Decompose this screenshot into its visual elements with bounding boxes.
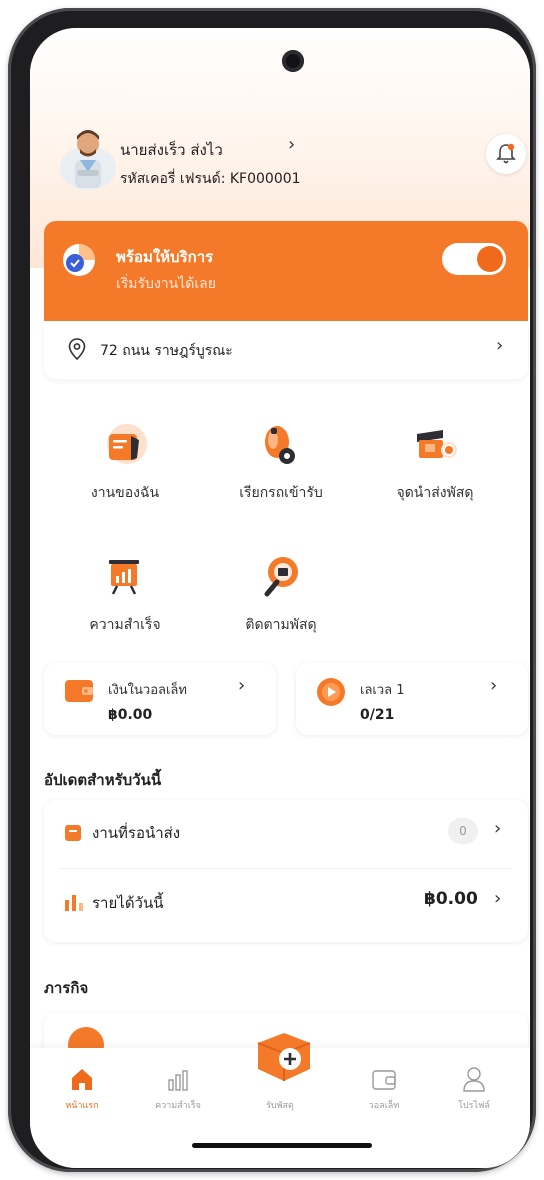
updates-card: งานที่รอนำส่ง 0 › รายได้วันนี้ ฿0.00 › xyxy=(44,800,528,942)
availability-title: พร้อมให้บริการ xyxy=(116,248,214,266)
dropoff-point-icon xyxy=(411,420,459,468)
level-badge-icon xyxy=(317,678,345,706)
wallet-card[interactable]: เงินในวอลเล็ท ฿0.00 › xyxy=(44,663,276,735)
notification-button[interactable] xyxy=(486,134,526,174)
chevron-right-icon: › xyxy=(490,675,498,696)
wallet-title: เงินในวอลเล็ท xyxy=(108,683,187,698)
level-card[interactable]: เลเวล 1 0/21 › xyxy=(296,663,528,735)
user-code: รหัสเคอรี่ เฟรนด์: KF000001 xyxy=(120,171,301,187)
receive-parcel-button[interactable] xyxy=(252,1025,316,1083)
chevron-right-icon: › xyxy=(496,335,504,356)
level-title: เลเวล 1 xyxy=(360,683,405,698)
availability-toggle[interactable] xyxy=(442,243,506,275)
chevron-right-icon: › xyxy=(494,818,502,839)
level-progress: 0/21 xyxy=(360,707,395,723)
divider xyxy=(60,868,512,869)
menu-label: ความสำเร็จ xyxy=(89,617,161,633)
app-screen: นายส่งเร็ว ส่งไว › รหัสเคอรี่ เฟรนด์: KF… xyxy=(30,28,530,1168)
updates-section-title: อัปเดตสำหรับวันนี้ xyxy=(44,771,162,789)
track-parcel-icon xyxy=(257,552,305,600)
toggle-knob xyxy=(477,246,503,272)
menu-achievement[interactable]: ความสำเร็จ xyxy=(60,552,190,636)
pending-count-badge: 0 xyxy=(448,818,478,844)
menu-label: จุดนำส่งพัสดุ xyxy=(396,485,474,501)
home-indicator xyxy=(192,1143,372,1148)
menu-label: เรียกรถเข้ารับ xyxy=(239,485,323,501)
menu-track-parcel[interactable]: ติดตามพัสดุ xyxy=(216,552,346,636)
nav-label: โปรไฟล์ xyxy=(458,1101,490,1111)
location-address: 72 ถนน ราษฎร์บูรณะ xyxy=(100,343,233,359)
wallet-icon xyxy=(65,680,93,702)
profile-icon xyxy=(463,1067,485,1092)
menu-label: งานของฉัน xyxy=(90,485,160,501)
achievement-icon xyxy=(101,552,149,600)
parcel-icon xyxy=(65,825,81,841)
nav-profile[interactable]: โปรไฟล์ xyxy=(434,1062,514,1112)
location-row[interactable]: 72 ถนน ราษฎร์บูรณะ › xyxy=(44,321,528,379)
nav-wallet[interactable]: วอลเล็ท xyxy=(344,1062,424,1112)
today-income-label: รายได้วันนี้ xyxy=(92,894,164,912)
availability-subtitle: เริ่มรับงานได้เลย xyxy=(116,276,216,292)
nav-label: รับพัสดุ xyxy=(266,1101,294,1111)
bar-chart-icon xyxy=(65,895,83,911)
wallet-amount: ฿0.00 xyxy=(108,707,153,723)
avatar[interactable] xyxy=(58,118,118,190)
call-pickup-icon xyxy=(257,420,305,468)
today-income-amount: ฿0.00 xyxy=(424,889,478,909)
menu-my-jobs[interactable]: งานของฉัน xyxy=(60,420,190,504)
nav-achievement[interactable]: ความสำเร็จ xyxy=(138,1062,218,1112)
bar-chart-icon xyxy=(168,1070,188,1091)
availability-card: พร้อมให้บริการ เริ่มรับงานได้เลย xyxy=(44,221,528,321)
pending-jobs-row[interactable]: งานที่รอนำส่ง 0 › xyxy=(44,800,528,864)
receive-parcel-icon xyxy=(257,1033,311,1081)
menu-dropoff-point[interactable]: จุดนำส่งพัสดุ xyxy=(370,420,500,504)
menu-call-pickup[interactable]: เรียกรถเข้ารับ xyxy=(216,420,346,504)
chevron-right-icon: › xyxy=(238,675,246,696)
briefcase-icon xyxy=(101,420,149,468)
menu-label: ติดตามพัสดุ xyxy=(245,617,317,633)
nav-label: วอลเล็ท xyxy=(368,1101,400,1111)
availability-icon xyxy=(62,243,96,277)
bell-icon xyxy=(496,143,516,164)
nav-label: ความสำเร็จ xyxy=(155,1101,201,1111)
user-name[interactable]: นายส่งเร็ว ส่งไว xyxy=(120,138,223,162)
nav-label: หน้าแรก xyxy=(65,1101,99,1111)
missions-section-title: ภารกิจ xyxy=(44,979,89,997)
wallet-icon xyxy=(372,1070,396,1090)
home-icon xyxy=(72,1069,92,1090)
chevron-right-icon: › xyxy=(494,888,502,909)
chevron-right-icon[interactable]: › xyxy=(288,134,295,155)
location-pin-icon xyxy=(68,338,86,360)
front-camera xyxy=(282,50,304,72)
today-income-row[interactable]: รายได้วันนี้ ฿0.00 › xyxy=(44,870,528,934)
pending-jobs-label: งานที่รอนำส่ง xyxy=(92,824,181,842)
phone-frame: นายส่งเร็ว ส่งไว › รหัสเคอรี่ เฟรนด์: KF… xyxy=(8,8,536,1172)
nav-home[interactable]: หน้าแรก xyxy=(42,1062,122,1112)
